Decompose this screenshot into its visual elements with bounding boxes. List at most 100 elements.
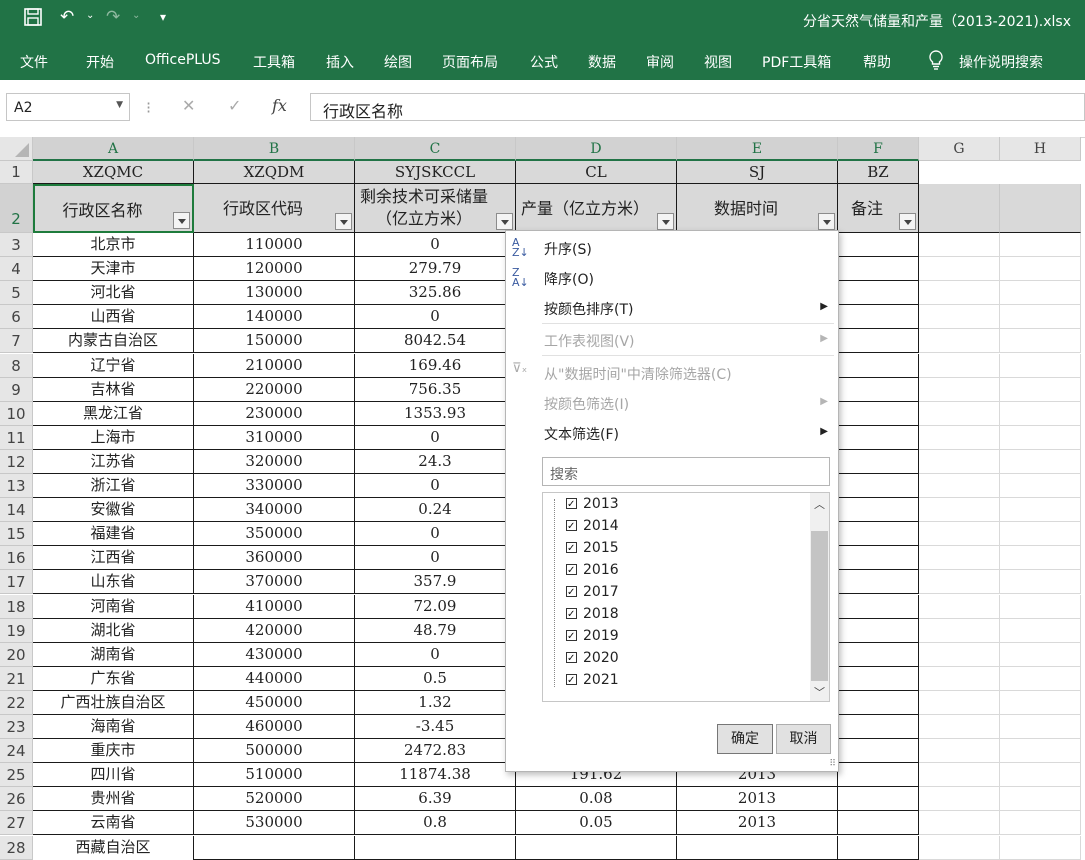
data-cell-name[interactable]: 海南省	[33, 715, 194, 740]
data-cell-remark[interactable]	[838, 787, 919, 812]
row-header-24[interactable]: 24	[0, 739, 33, 764]
empty-cell[interactable]	[1000, 666, 1081, 691]
empty-cell[interactable]	[1000, 618, 1081, 643]
empty-cell[interactable]	[1000, 811, 1081, 836]
empty-cell[interactable]	[1000, 715, 1081, 740]
data-cell-reserve[interactable]: 8042.54	[355, 329, 516, 354]
row-header-23[interactable]: 23	[0, 715, 33, 739]
column-header-a[interactable]: A	[33, 137, 194, 161]
data-cell-remark[interactable]	[838, 281, 919, 306]
column-header-h[interactable]: H	[1000, 137, 1081, 161]
data-cell-reserve[interactable]: 0.8	[355, 811, 516, 836]
data-cell-name[interactable]: 云南省	[33, 811, 194, 836]
row-header-18[interactable]: 18	[0, 594, 33, 619]
checkbox-checked-icon[interactable]	[566, 605, 577, 625]
field-name-cell[interactable]: 行政区名称	[33, 184, 194, 233]
data-cell-code[interactable]: 370000	[194, 570, 355, 595]
data-cell-reserve[interactable]: 48.79	[355, 618, 516, 643]
data-cell-code[interactable]: 420000	[194, 618, 355, 643]
data-cell-code[interactable]: 330000	[194, 474, 355, 499]
tab-help[interactable]: 帮助	[863, 52, 891, 72]
empty-cell[interactable]	[1000, 353, 1081, 378]
empty-cell[interactable]	[1000, 739, 1081, 764]
drag-handle-icon[interactable]: ⁝	[146, 98, 151, 117]
checkbox-checked-icon[interactable]	[566, 561, 577, 581]
data-cell-reserve[interactable]: 325.86	[355, 281, 516, 306]
data-cell-reserve[interactable]: 1.32	[355, 690, 516, 715]
sort-descending-item[interactable]: 降序(O)	[544, 269, 594, 289]
tab-review[interactable]: 审阅	[646, 52, 674, 72]
empty-cell[interactable]	[919, 498, 1000, 523]
data-cell-code[interactable]: 440000	[194, 666, 355, 691]
checkbox-checked-icon[interactable]	[566, 495, 577, 515]
filter-dropdown-button[interactable]	[657, 213, 674, 230]
column-header-c[interactable]: C	[355, 137, 516, 161]
tab-page-layout[interactable]: 页面布局	[442, 52, 498, 72]
data-cell-reserve[interactable]: 2472.83	[355, 739, 516, 764]
empty-cell[interactable]	[1000, 329, 1081, 354]
data-cell-name[interactable]: 四川省	[33, 763, 194, 788]
data-cell-remark[interactable]	[838, 449, 919, 474]
list-scrollbar[interactable]: ︿ ﹀	[810, 493, 829, 701]
column-header-b[interactable]: B	[194, 137, 355, 161]
empty-cell[interactable]	[919, 329, 1000, 354]
tab-home[interactable]: 开始	[86, 52, 114, 72]
checkbox-checked-icon[interactable]	[566, 539, 577, 559]
empty-cell[interactable]	[919, 642, 1000, 667]
data-cell-remark[interactable]	[838, 353, 919, 378]
data-cell-name[interactable]: 安徽省	[33, 498, 194, 523]
data-cell-code[interactable]: 350000	[194, 522, 355, 547]
scrollbar-thumb[interactable]	[811, 531, 828, 681]
empty-cell[interactable]	[919, 522, 1000, 547]
text-filter-item[interactable]: 文本筛选(F)	[544, 424, 619, 444]
data-cell-reserve[interactable]: 1353.93	[355, 401, 516, 426]
row-header-17[interactable]: 17	[0, 570, 33, 595]
data-cell-year[interactable]	[677, 835, 838, 860]
row-header-7[interactable]: 7	[0, 329, 33, 354]
scroll-down-icon[interactable]: ﹀	[814, 684, 825, 700]
empty-cell[interactable]	[1000, 498, 1081, 523]
empty-cell[interactable]	[919, 787, 1000, 812]
empty-cell[interactable]	[919, 763, 1000, 788]
row-header-20[interactable]: 20	[0, 642, 33, 667]
data-cell-reserve[interactable]: 0.24	[355, 498, 516, 523]
data-cell-code[interactable]: 410000	[194, 594, 355, 619]
data-cell-remark[interactable]	[838, 233, 919, 258]
insert-function-icon[interactable]: fx	[272, 96, 287, 115]
empty-cell[interactable]	[1000, 425, 1081, 450]
row-header-15[interactable]: 15	[0, 522, 33, 547]
data-cell-year[interactable]: 2013	[677, 787, 838, 812]
field-name-cell[interactable]: 剩余技术可采储量 （亿立方米）	[355, 184, 516, 233]
empty-cell[interactable]	[1000, 690, 1081, 715]
empty-cell[interactable]	[919, 474, 1000, 499]
column-header-e[interactable]: E	[677, 137, 838, 161]
row-header-11[interactable]: 11	[0, 425, 33, 450]
data-cell-remark[interactable]	[838, 522, 919, 547]
empty-cell[interactable]	[1000, 570, 1081, 595]
row-header-25[interactable]: 25	[0, 763, 33, 788]
filter-dropdown-button[interactable]	[818, 213, 835, 230]
empty-cell[interactable]	[1000, 377, 1081, 402]
data-cell-year[interactable]: 2013	[677, 811, 838, 836]
resize-grip-icon[interactable]: ⠿	[829, 759, 836, 769]
data-cell-name[interactable]: 西藏自治区	[33, 835, 194, 860]
data-cell-name[interactable]: 山西省	[33, 305, 194, 330]
save-icon[interactable]	[24, 8, 42, 31]
checkbox-checked-icon[interactable]	[566, 583, 577, 603]
data-cell-remark[interactable]	[838, 305, 919, 330]
data-cell-reserve[interactable]: 756.35	[355, 377, 516, 402]
data-cell-remark[interactable]	[838, 594, 919, 619]
data-cell-remark[interactable]	[838, 377, 919, 402]
filter-dropdown-button[interactable]	[335, 213, 352, 230]
select-all-corner[interactable]	[0, 137, 33, 161]
row-header-14[interactable]: 14	[0, 498, 33, 523]
data-cell-code[interactable]	[194, 835, 355, 860]
data-cell-name[interactable]: 广东省	[33, 666, 194, 691]
data-cell-name[interactable]: 辽宁省	[33, 353, 194, 378]
column-header-d[interactable]: D	[516, 137, 677, 161]
data-cell-remark[interactable]	[838, 329, 919, 354]
column-header-g[interactable]: G	[919, 137, 1000, 161]
data-cell-reserve[interactable]: -3.45	[355, 715, 516, 740]
data-cell-reserve[interactable]: 0	[355, 546, 516, 571]
enter-icon[interactable]: ✓	[228, 96, 241, 115]
